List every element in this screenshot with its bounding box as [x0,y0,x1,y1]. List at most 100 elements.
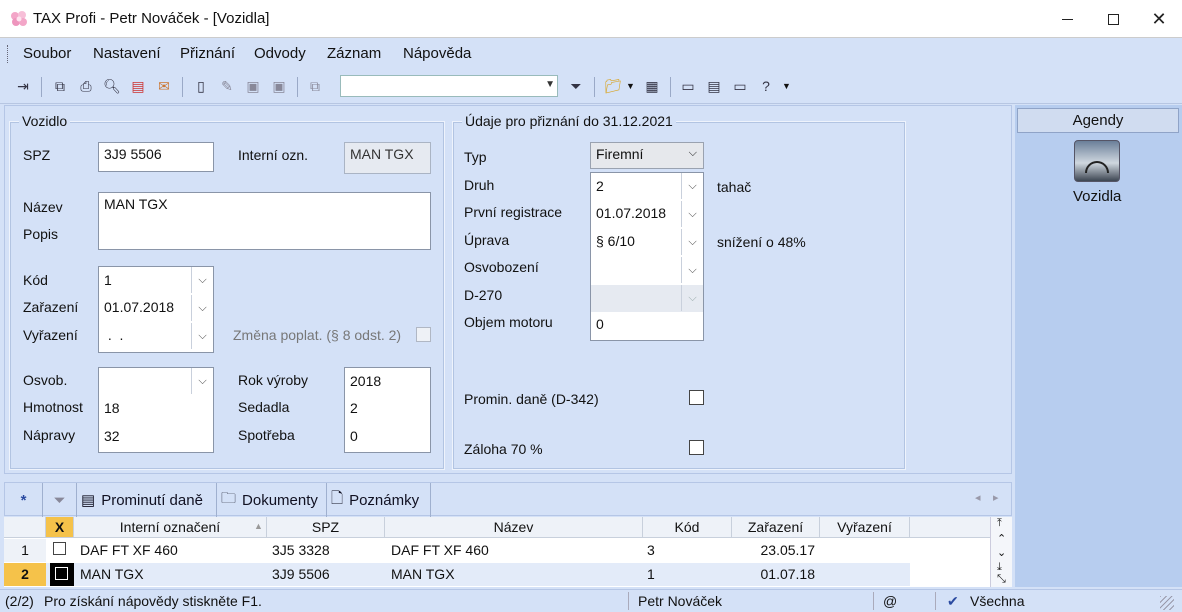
pdf-icon[interactable]: ▤ [127,75,149,97]
resize-grip-icon[interactable] [1160,596,1174,610]
tab-scroll-left-icon[interactable]: ◂ [975,491,981,504]
list-icon: ▤ [81,492,96,509]
print-icon[interactable]: ⎙ [75,75,97,97]
window-icon[interactable]: ▭ [677,75,699,97]
next-record-icon[interactable]: ⌄ [997,546,1006,559]
menu-odvody[interactable]: Odvody [254,45,306,62]
tab-prominuti[interactable]: ▤ Prominutí daně [77,483,217,517]
grid-header-spz[interactable]: SPZ [267,517,385,538]
tab-dokumenty-label: Dokumenty [242,491,318,509]
new-record-icon[interactable]: ▯ [190,75,212,97]
group-vozidlo-legend: Vozidlo [19,113,71,129]
osvob-hmotnost-box: ⌵ 18 32 [98,367,214,453]
chevron-down-icon[interactable]: ⌵ [681,173,703,199]
menu-grip [7,45,9,63]
zmena-checkbox [416,327,431,342]
vehicle-dashboard-icon[interactable] [1074,140,1120,182]
window-title: TAX Profi - Petr Nováček - [Vozidla] [33,10,270,27]
search-combo[interactable]: ▼ [340,75,558,97]
spotreba-value[interactable]: 0 [350,428,358,444]
sedadla-value[interactable]: 2 [350,400,358,416]
spz-field[interactable]: 3J9 5506 [98,142,214,172]
grid-header-kod[interactable]: Kód [643,517,732,538]
nazev-popis-field[interactable]: MAN TGX [98,192,431,250]
rok-value[interactable]: 2018 [350,373,381,389]
image-window-icon[interactable]: ▭ [729,75,751,97]
chevron-down-icon[interactable]: ⌵ [681,201,703,227]
first-record-icon[interactable]: ⤒ [997,517,1002,530]
chevron-down-icon[interactable]: ▼ [545,79,555,90]
checked-filter-icon: ✔ [947,593,959,609]
prev-record-icon[interactable]: ⌃ [997,532,1006,545]
zarazeni-value[interactable]: 01.07.2018 [104,299,174,315]
row-checkbox[interactable] [55,567,68,580]
grid-header-zarazeni[interactable]: Zařazení [732,517,820,538]
druh-value[interactable]: 2 [596,178,604,194]
tab-dokumenty[interactable]: 🗀 Dokumenty [217,483,327,517]
filter-icon[interactable]: ⏷ [565,75,587,97]
toolbar-separator [594,77,595,97]
duplicate-icon: ⧉ [310,77,320,94]
agendy-header[interactable]: Agendy [1017,108,1179,133]
tab-filter-icon[interactable]: ⏷ [43,483,77,517]
status-bar: (2/2) Pro získání nápovědy stiskněte F1.… [0,589,1182,612]
grid-header-nazev[interactable]: Název [385,517,643,538]
menu-zaznam[interactable]: Záznam [327,45,381,62]
napravy-value[interactable]: 32 [104,428,120,444]
hmotnost-value[interactable]: 18 [104,400,120,416]
maximize-button[interactable] [1090,0,1136,38]
print-preview-icon[interactable]: 🔍︎ [101,75,123,97]
promin-checkbox[interactable] [689,390,704,405]
zaloha-checkbox[interactable] [689,440,704,455]
tab-poznamky[interactable]: 🗋 Poznámky [327,483,431,517]
copy-icon[interactable]: ⧉ [49,75,71,97]
menu-napoveda[interactable]: Nápověda [403,45,471,62]
chevron-down-icon[interactable]: ⌵ [689,147,697,160]
chevron-down-icon[interactable]: ⌵ [191,368,213,394]
chevron-down-icon[interactable]: ⌵ [191,323,213,349]
detail-tabs: * ⏷ ▤ Prominutí daně 🗀 Dokumenty 🗋 Poznámky… [4,482,1012,517]
grid-header-vyrazeni[interactable]: Vyřazení [820,517,910,538]
minimize-button[interactable] [1044,0,1090,38]
exit-icon[interactable]: ⇥ [12,75,34,97]
folder-star-icon[interactable]: 📁︎ [602,75,624,97]
pdf-email-icon[interactable]: ✉ [153,75,175,97]
menu-nastaveni[interactable]: Nastavení [93,45,161,62]
tab-all[interactable]: * [5,483,43,517]
grid-header-interni[interactable]: Interní označení [74,517,267,538]
kod-value[interactable]: 1 [104,272,112,288]
close-button[interactable]: ✕ [1136,0,1182,38]
grid-header-filler [910,517,990,538]
typ-select[interactable]: Firemní ⌵ [590,142,704,169]
chevron-down-icon[interactable]: ▼ [782,81,791,91]
grid-header-x[interactable]: X [46,517,74,538]
note-icon: 🗋 [331,489,344,507]
chevron-down-icon[interactable]: ▼ [626,81,635,91]
save-close-icon: ▣ [272,77,286,94]
uprava-value[interactable]: § 6/10 [596,233,635,249]
menu-soubor[interactable]: Soubor [23,45,71,62]
cell-zarazeni: 01.07.18 [760,566,816,582]
chevron-down-icon[interactable]: ⌵ [191,267,213,293]
chevron-down-icon[interactable]: ⌵ [681,229,703,255]
tab-scroll-right-icon[interactable]: ▸ [993,491,999,504]
row-checkbox[interactable] [53,542,66,555]
chevron-down-icon[interactable]: ⌵ [191,295,213,321]
calculator-icon[interactable]: ▦ [641,75,663,97]
interni-field: MAN TGX [344,142,431,174]
chevron-down-icon[interactable]: ⌵ [681,257,703,283]
registrace-value[interactable]: 01.07.2018 [596,205,666,221]
menu-bar: Soubor Nastavení Přiznání Odvody Záznam … [0,39,1182,69]
menu-priznani[interactable]: Přiznání [180,45,235,62]
status-at[interactable]: @ [883,593,897,609]
status-filter[interactable]: Všechna [970,593,1024,609]
layout-icon[interactable]: ▤ [703,75,725,97]
agendy-item-vozidla[interactable]: Vozidla [1073,188,1121,205]
uprava-description: snížení o 48% [717,234,806,250]
vyrazeni-value[interactable]: . . [104,327,124,343]
help-icon[interactable]: ? [755,75,777,97]
objem-value[interactable]: 0 [596,316,604,332]
toolbar-separator [670,77,671,97]
rok-sedadla-box: 2018 2 0 [344,367,431,453]
collapse-icon[interactable]: ⤡ [997,573,1006,586]
